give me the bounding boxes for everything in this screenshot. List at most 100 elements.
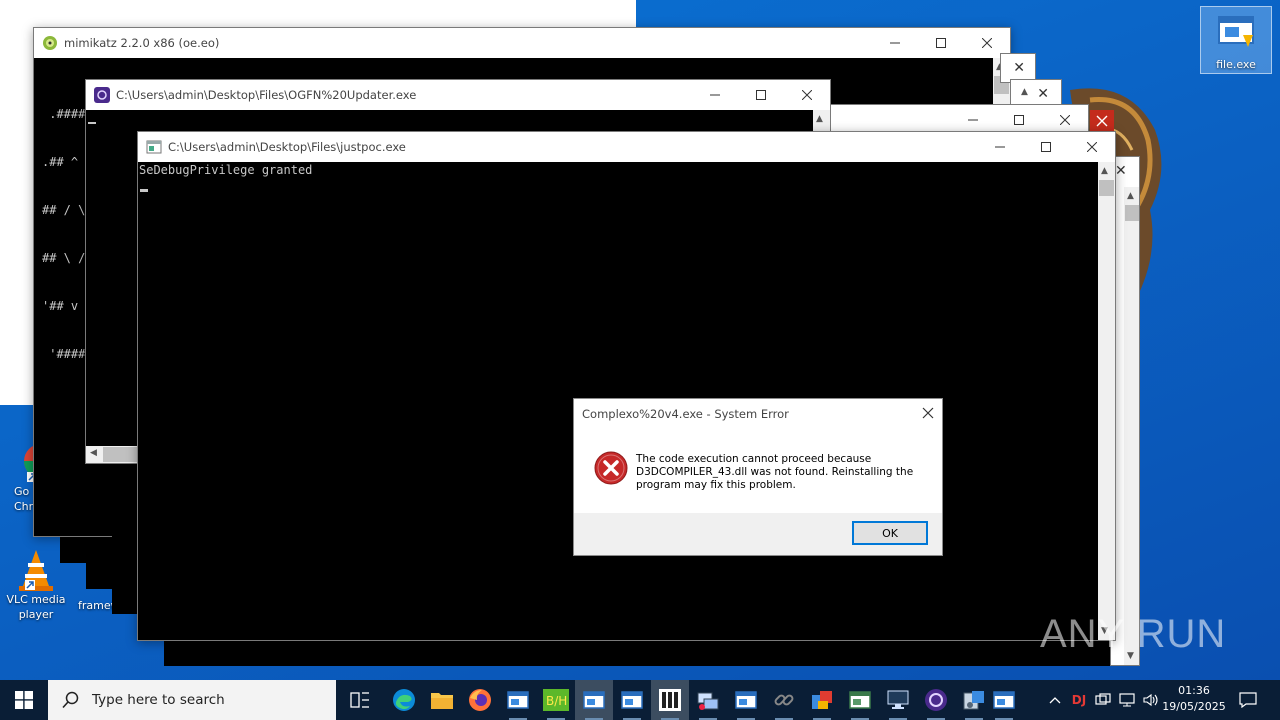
taskbar-clock[interactable]: 01:36 19/05/2025 — [1160, 683, 1228, 715]
taskbar-firefox[interactable] — [461, 680, 499, 720]
task-view-button[interactable] — [341, 680, 379, 720]
taskbar-console-window[interactable] — [613, 680, 651, 720]
taskbar-monitor-app[interactable] — [879, 680, 917, 720]
close-button[interactable] — [1069, 132, 1115, 162]
ogfn-app-icon — [925, 689, 947, 711]
tray-overflow-button[interactable] — [1044, 680, 1066, 720]
tray-volume-button[interactable] — [1140, 680, 1162, 720]
bh-app-icon: B/H — [543, 689, 569, 711]
background-console-edge — [86, 563, 112, 589]
background-console-edge — [112, 464, 138, 614]
search-icon — [62, 691, 79, 709]
console-window-icon — [735, 691, 757, 709]
taskbar: Type here to search B/H DJ 01:36 19/05/2… — [0, 680, 1280, 720]
desktop-icon-label: VLC media player — [6, 593, 66, 621]
taskbar-edge[interactable] — [385, 680, 423, 720]
network-tool-icon — [697, 692, 719, 710]
exe-file-icon — [1215, 13, 1257, 55]
notification-icon — [1239, 692, 1257, 708]
taskbar-bh-app[interactable]: B/H — [537, 680, 575, 720]
taskbar-console-window[interactable] — [499, 680, 537, 720]
minimize-button[interactable] — [950, 105, 996, 133]
maximize-button[interactable] — [996, 105, 1042, 133]
titlebar[interactable]: mimikatz 2.2.0 x86 (oe.eo) — [34, 28, 1010, 58]
dialog-title: Complexo%20v4.exe - System Error — [582, 407, 789, 421]
desktop-icon-file-exe[interactable]: file.exe — [1200, 6, 1272, 74]
system-error-dialog[interactable]: Complexo%20v4.exe - System Error The cod… — [573, 398, 943, 556]
edge-icon — [393, 689, 415, 711]
minimize-button[interactable] — [977, 132, 1023, 162]
tray-display-button[interactable] — [1116, 680, 1138, 720]
taskbar-search-box[interactable]: Type here to search — [48, 680, 336, 720]
vertical-scrollbar[interactable]: ▲ ▼ — [1098, 162, 1115, 640]
background-window[interactable] — [830, 104, 1089, 134]
text-cursor — [88, 122, 96, 124]
console-window-icon — [583, 691, 605, 709]
maximize-button[interactable] — [1023, 132, 1069, 162]
desktop: file.exe Go Chr VLC media player framew … — [0, 0, 1280, 680]
svg-text:B/H: B/H — [546, 694, 567, 708]
close-icon[interactable] — [920, 405, 936, 421]
network-icon — [1095, 693, 1111, 705]
titlebar[interactable]: C:\Users\admin\Desktop\Files\justpoc.exe — [138, 132, 1115, 162]
speaker-icon — [1143, 693, 1158, 707]
window-title: C:\Users\admin\Desktop\Files\justpoc.exe — [168, 140, 406, 154]
close-button-hover[interactable] — [1090, 110, 1114, 132]
taskbar-network-tool[interactable] — [689, 680, 727, 720]
clock-time: 01:36 — [1178, 684, 1210, 697]
tray-network-button[interactable] — [1092, 680, 1114, 720]
installer-box-icon — [812, 691, 832, 709]
maximize-button[interactable] — [738, 80, 784, 110]
window-justpoc[interactable]: C:\Users\admin\Desktop\Files\justpoc.exe… — [137, 131, 1116, 641]
window-app-icon — [849, 691, 871, 709]
search-placeholder: Type here to search — [92, 692, 225, 708]
task-view-icon — [350, 692, 369, 708]
ok-button[interactable]: OK — [852, 521, 928, 545]
dialog-message: The code execution cannot proceed becaus… — [636, 453, 914, 491]
error-icon — [594, 451, 628, 485]
display-icon — [1119, 693, 1135, 707]
chain-link-icon — [774, 694, 794, 706]
console-window-icon — [507, 691, 529, 709]
mimikatz-kiwi-icon — [43, 36, 57, 50]
minimize-button[interactable] — [692, 80, 738, 110]
desktop-icon-label: file.exe — [1216, 58, 1256, 71]
console-app-icon — [146, 140, 162, 154]
window-title: C:\Users\admin\Desktop\Files\OGFN%20Upda… — [116, 88, 417, 102]
minimize-button[interactable] — [872, 28, 918, 58]
background-console-edge — [60, 537, 112, 563]
close-button[interactable] — [784, 80, 830, 110]
monitor-icon — [887, 690, 909, 709]
clock-date: 19/05/2025 — [1162, 700, 1226, 713]
console-output: SeDebugPrivilege granted — [139, 163, 313, 177]
taskbar-ogfn-app[interactable] — [917, 680, 955, 720]
folder-icon — [431, 693, 453, 709]
taskbar-installer[interactable] — [803, 680, 841, 720]
taskbar-window-app[interactable] — [841, 680, 879, 720]
setup-app-icon — [963, 691, 984, 710]
firefox-icon — [469, 689, 491, 711]
taskbar-console-window[interactable] — [727, 680, 765, 720]
window-title: mimikatz 2.2.0 x86 (oe.eo) — [64, 36, 220, 50]
maximize-button[interactable] — [918, 28, 964, 58]
taskbar-app-grid[interactable] — [651, 680, 689, 720]
chevron-up-icon — [1049, 697, 1061, 704]
windows-logo-icon — [15, 691, 33, 709]
console-window-icon — [993, 691, 1015, 709]
notification-center-button[interactable] — [1236, 680, 1260, 720]
taskbar-link-tool[interactable] — [765, 680, 803, 720]
tray-dj-app[interactable]: DJ — [1068, 680, 1090, 720]
taskbar-file-explorer[interactable] — [423, 680, 461, 720]
start-button[interactable] — [0, 680, 48, 720]
close-button[interactable] — [1042, 105, 1088, 133]
text-cursor — [140, 189, 148, 192]
console-window-icon — [621, 691, 643, 709]
background-console-edge — [164, 640, 1124, 666]
ogfn-app-icon — [94, 87, 110, 103]
anyrun-watermark: ANY RUN — [1040, 612, 1227, 656]
vlc-cone-icon — [15, 548, 57, 591]
grid-app-icon — [659, 689, 681, 711]
dialog-footer: OK — [574, 513, 942, 555]
taskbar-console-window[interactable] — [575, 680, 613, 720]
taskbar-console-window[interactable] — [985, 680, 1023, 720]
